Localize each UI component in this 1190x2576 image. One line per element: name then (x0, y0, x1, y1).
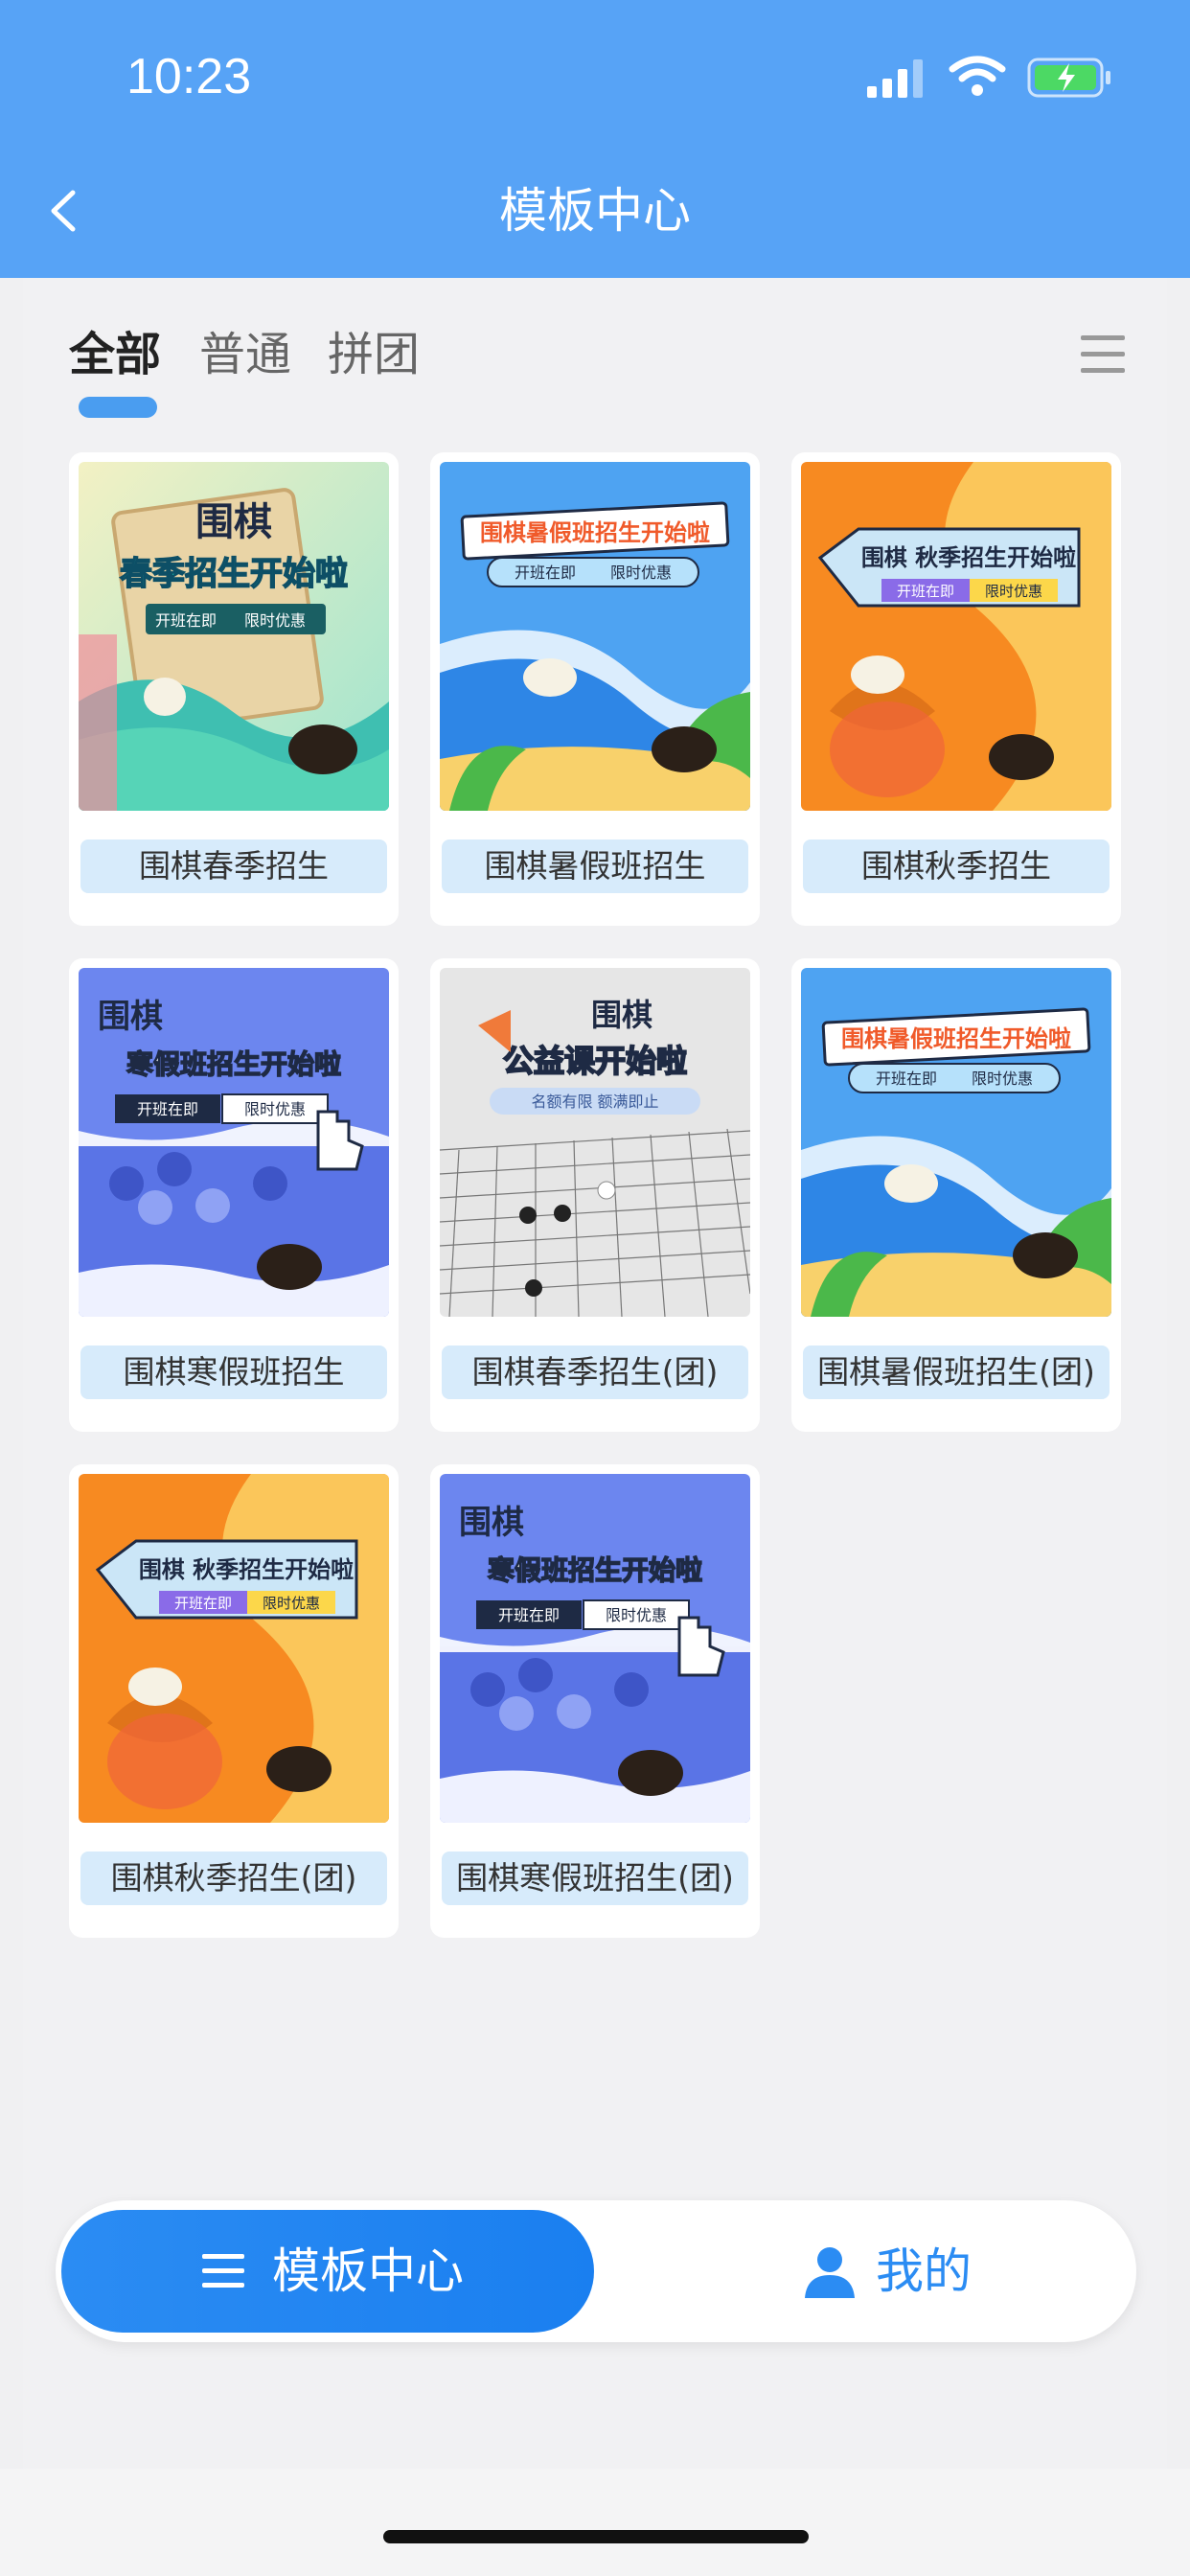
template-card-winter-group[interactable]: 围棋 寒假班招生开始啦 开班在即 限时优惠 围棋寒假班招生(团) (430, 1464, 760, 1938)
poster-title: 围棋 秋季招生开始啦 (139, 1556, 354, 1583)
poster-tag: 限时优惠 (244, 611, 306, 630)
poster-subtitle: 寒假班招生开始啦 (126, 1048, 341, 1080)
battery-icon (1027, 58, 1110, 98)
status-time: 10:23 (126, 49, 252, 104)
poster-tag: 开班在即 (876, 1070, 937, 1088)
template-thumbnail: 围棋 秋季招生开始啦 开班在即 限时优惠 (801, 462, 1111, 811)
template-thumbnail: 围棋 春季招生开始啦 开班在即 限时优惠 (79, 462, 389, 811)
poster-title: 围棋 (591, 997, 652, 1033)
template-card-autumn[interactable]: 围棋 秋季招生开始啦 开班在即 限时优惠 围棋秋季招生 (791, 452, 1121, 926)
template-card-spring[interactable]: 围棋 春季招生开始啦 开班在即 限时优惠 围棋春季招生 (69, 452, 399, 926)
cellular-signal-icon (867, 59, 923, 98)
tab-group-buy[interactable]: 拼团 (328, 324, 420, 385)
home-indicator[interactable] (383, 2530, 809, 2543)
template-label: 围棋暑假班招生(团) (803, 1346, 1110, 1399)
poster-tag: 开班在即 (137, 1100, 198, 1118)
poster-tag: 开班在即 (174, 1595, 232, 1612)
poster-title: 围棋 (195, 500, 272, 544)
tab-all[interactable]: 全部 (69, 324, 161, 385)
bottom-nav: 模板中心 我的 (56, 2200, 1136, 2342)
bottom-safe-area (0, 2469, 1190, 2576)
template-label: 围棋寒假班招生(团) (442, 1852, 748, 1905)
nav-mine-label: 我的 (876, 2243, 972, 2299)
tab-normal[interactable]: 普通 (199, 324, 291, 385)
template-thumbnail: 围棋 秋季招生开始啦 开班在即 限时优惠 (79, 1474, 389, 1823)
template-thumbnail: 围棋 公益课开始啦 名额有限 额满即止 (440, 968, 750, 1317)
poster-tag: 限时优惠 (263, 1595, 320, 1612)
template-thumbnail: 围棋暑假班招生开始啦 开班在即 限时优惠 (801, 968, 1111, 1317)
template-label: 围棋春季招生(团) (442, 1346, 748, 1399)
poster-title: 围棋 (98, 998, 163, 1036)
poster-title: 围棋暑假班招生开始啦 (480, 519, 710, 546)
poster-subtitle: 公益课开始啦 (503, 1043, 687, 1079)
nav-templates-label: 模板中心 (272, 2243, 464, 2299)
template-label: 围棋寒假班招生 (80, 1346, 387, 1399)
template-label: 围棋秋季招生(团) (80, 1852, 387, 1905)
poster-tag: 开班在即 (498, 1606, 560, 1624)
poster-tag: 开班在即 (515, 564, 576, 582)
poster-title: 围棋暑假班招生开始啦 (841, 1025, 1071, 1052)
poster-tag: 名额有限 额满即止 (531, 1092, 658, 1111)
template-card-summer[interactable]: 围棋暑假班招生开始啦 开班在即 限时优惠 围棋暑假班招生 (430, 452, 760, 926)
poster-tag: 开班在即 (155, 611, 217, 630)
poster-tag: 限时优惠 (985, 583, 1042, 600)
poster-tag: 限时优惠 (244, 1100, 306, 1118)
template-label: 围棋暑假班招生 (442, 840, 748, 893)
template-label: 围棋秋季招生 (803, 840, 1110, 893)
template-card-winter[interactable]: 围棋 寒假班招生开始啦 开班在即 限时优惠 围棋寒假班招生 (69, 958, 399, 1432)
poster-tag: 限时优惠 (972, 1070, 1033, 1088)
template-thumbnail: 围棋暑假班招生开始啦 开班在即 限时优惠 (440, 462, 750, 811)
user-icon (805, 2247, 855, 2298)
poster-tag: 限时优惠 (610, 564, 672, 582)
list-icon (202, 2254, 244, 2288)
poster-title: 围棋 (459, 1504, 524, 1542)
nav-mine-button[interactable]: 我的 (784, 2210, 1071, 2333)
poster-subtitle: 春季招生开始啦 (120, 555, 348, 593)
poster-tag: 限时优惠 (606, 1606, 667, 1624)
list-menu-icon[interactable] (1079, 334, 1127, 376)
poster-title: 围棋 秋季招生开始啦 (861, 544, 1076, 571)
template-card-autumn-group[interactable]: 围棋 秋季招生开始啦 开班在即 限时优惠 围棋秋季招生(团) (69, 1464, 399, 1938)
template-card-spring-group[interactable]: 围棋 公益课开始啦 名额有限 额满即止 围棋春季招生(团) (430, 958, 760, 1432)
wifi-icon (949, 56, 1006, 96)
nav-templates-button[interactable]: 模板中心 (61, 2210, 594, 2333)
template-label: 围棋春季招生 (80, 840, 387, 893)
template-card-summer-group[interactable]: 围棋暑假班招生开始啦 开班在即 限时优惠 围棋暑假班招生(团) (791, 958, 1121, 1432)
poster-subtitle: 寒假班招生开始啦 (488, 1554, 702, 1586)
page-title: 模板中心 (499, 183, 691, 239)
template-thumbnail: 围棋 寒假班招生开始啦 开班在即 限时优惠 (79, 968, 389, 1317)
poster-tag: 开班在即 (897, 583, 954, 600)
tab-active-indicator (79, 397, 157, 418)
template-thumbnail: 围棋 寒假班招生开始啦 开班在即 限时优惠 (440, 1474, 750, 1823)
